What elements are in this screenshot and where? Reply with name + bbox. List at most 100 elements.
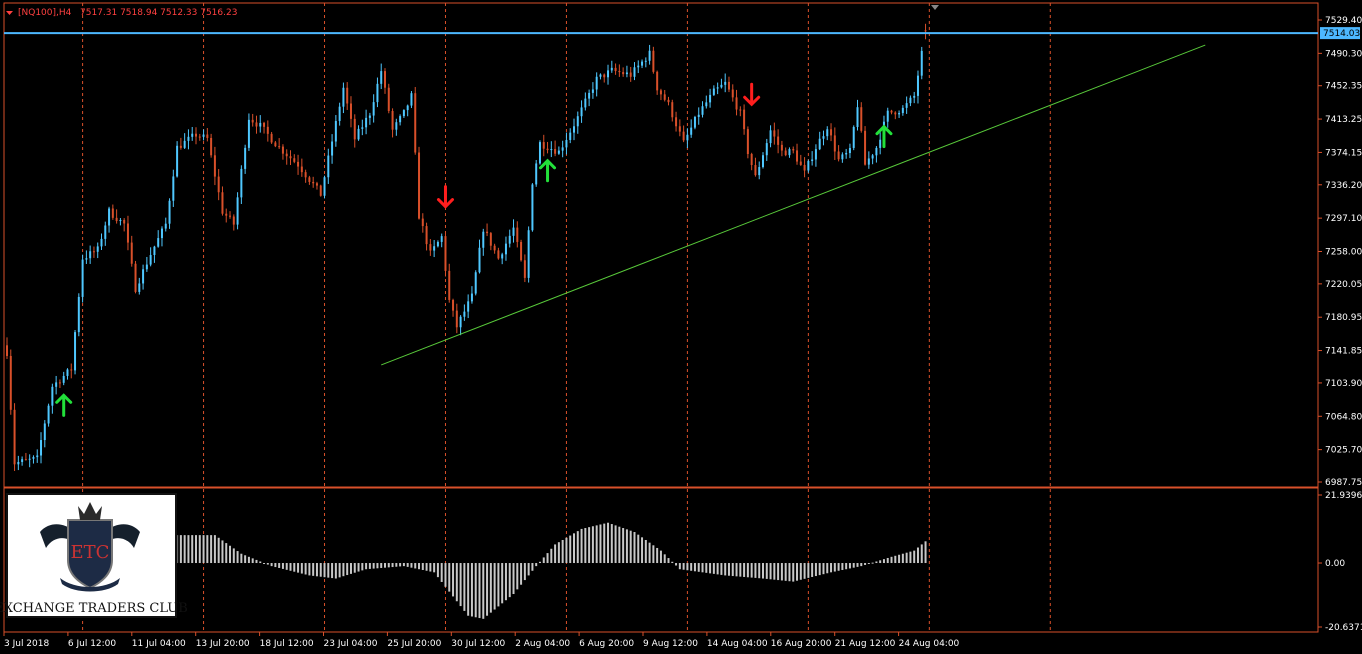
price-axis-label: 7297.10 bbox=[1325, 214, 1362, 224]
histogram-bar bbox=[236, 551, 239, 564]
histogram-bar bbox=[610, 524, 613, 564]
candle-body bbox=[667, 99, 670, 103]
histogram-bar bbox=[531, 563, 534, 571]
candle-body bbox=[735, 97, 738, 110]
histogram-bar bbox=[675, 563, 678, 566]
candle-body bbox=[198, 136, 201, 138]
histogram-bar bbox=[474, 563, 477, 618]
candle-body bbox=[414, 93, 417, 153]
histogram-bar bbox=[561, 539, 564, 564]
candle-body bbox=[482, 231, 485, 248]
price-axis-label: 7374.15 bbox=[1325, 148, 1362, 158]
candle-body bbox=[765, 143, 768, 156]
histogram-bar bbox=[380, 563, 383, 568]
candle-body bbox=[784, 150, 787, 156]
candle-body bbox=[104, 225, 107, 239]
histogram-bar bbox=[444, 563, 447, 587]
histogram-bar bbox=[580, 528, 583, 564]
candle-body bbox=[864, 130, 867, 165]
candle-body bbox=[149, 255, 152, 265]
histogram-bar bbox=[894, 555, 897, 564]
candle-body bbox=[686, 134, 689, 141]
candle-body bbox=[455, 310, 458, 328]
candle-body bbox=[300, 166, 303, 173]
candle-body bbox=[641, 61, 644, 66]
candle-body bbox=[792, 149, 795, 151]
histogram-bar bbox=[663, 554, 666, 564]
collapse-arrow-icon[interactable] bbox=[6, 11, 13, 15]
candle-body bbox=[85, 258, 88, 260]
histogram-bar bbox=[860, 563, 863, 567]
candle-body bbox=[546, 148, 549, 151]
candle-body bbox=[179, 145, 182, 148]
price-axis-label: 7103.90 bbox=[1325, 379, 1362, 389]
histogram-bar bbox=[852, 563, 855, 568]
histogram-bar bbox=[754, 563, 757, 578]
histogram-bar bbox=[709, 563, 712, 574]
candle-body bbox=[811, 159, 814, 162]
candle-body bbox=[6, 345, 8, 356]
candle-body bbox=[727, 81, 730, 90]
candle-body bbox=[845, 153, 848, 155]
histogram-bar bbox=[259, 561, 262, 564]
candle-body bbox=[406, 105, 409, 111]
sell-signal-arrow-icon bbox=[436, 185, 454, 209]
histogram-bar bbox=[463, 563, 466, 611]
histogram-bar bbox=[289, 563, 292, 571]
histogram-bar bbox=[667, 558, 670, 564]
candle-body bbox=[486, 231, 489, 234]
candle-body bbox=[134, 263, 137, 292]
candle-body bbox=[24, 459, 27, 461]
histogram-bar bbox=[565, 537, 568, 564]
candle-body bbox=[225, 213, 228, 216]
chart-window[interactable]: 7529.40 7490.30 7452.35 7413.25 7374.15 7336.… bbox=[0, 0, 1362, 654]
candle-body bbox=[21, 459, 24, 462]
candle-body bbox=[138, 283, 141, 292]
histogram-bar bbox=[595, 525, 598, 564]
histogram-bar bbox=[406, 563, 409, 567]
time-axis-label: 16 Aug 20:00 bbox=[771, 639, 832, 649]
chart-shift-marker-icon[interactable] bbox=[931, 5, 939, 10]
histogram-bar bbox=[792, 563, 795, 582]
histogram-bar bbox=[765, 563, 768, 579]
histogram-bar bbox=[512, 563, 515, 595]
candle-body bbox=[474, 272, 477, 294]
chart-canvas[interactable]: 7529.40 7490.30 7452.35 7413.25 7374.15 7336.… bbox=[0, 0, 1362, 654]
histogram-bar bbox=[191, 535, 194, 564]
histogram-bar bbox=[384, 563, 386, 568]
candle-body bbox=[89, 251, 92, 259]
support-trendline[interactable] bbox=[381, 44, 1206, 366]
candle-body bbox=[368, 115, 371, 118]
candle-body bbox=[754, 165, 757, 176]
histogram-bar bbox=[890, 556, 893, 564]
candle-body bbox=[875, 147, 878, 156]
histogram-bar bbox=[603, 523, 606, 564]
histogram-bar bbox=[399, 563, 402, 567]
histogram-bar bbox=[516, 563, 519, 590]
candle-body bbox=[58, 382, 61, 384]
candle-body bbox=[40, 440, 43, 456]
histogram-bar bbox=[607, 522, 610, 564]
histogram-bar bbox=[916, 547, 919, 564]
histogram-bar bbox=[546, 553, 549, 564]
histogram-bar bbox=[508, 563, 511, 598]
histogram-bar bbox=[455, 563, 458, 602]
candle-body bbox=[652, 50, 655, 72]
candle-body bbox=[890, 110, 893, 113]
logo-box: ETC EXCHANGE TRADERS CLUB bbox=[0, 492, 188, 619]
candle-body bbox=[425, 226, 428, 245]
candle-body bbox=[554, 149, 557, 154]
time-axis-label: 30 Jul 12:00 bbox=[451, 639, 505, 649]
candle-body bbox=[871, 155, 874, 159]
histogram-bar bbox=[285, 563, 288, 570]
candle-body bbox=[247, 119, 250, 148]
histogram-bar bbox=[788, 563, 791, 582]
candle-body bbox=[682, 131, 685, 141]
price-axis-label: 7452.35 bbox=[1325, 82, 1362, 92]
histogram-bar bbox=[297, 563, 300, 573]
candle-body bbox=[51, 386, 54, 406]
candle-body bbox=[512, 227, 515, 236]
candle-body bbox=[501, 254, 504, 259]
candle-body bbox=[70, 369, 73, 371]
candle-body bbox=[293, 158, 296, 162]
